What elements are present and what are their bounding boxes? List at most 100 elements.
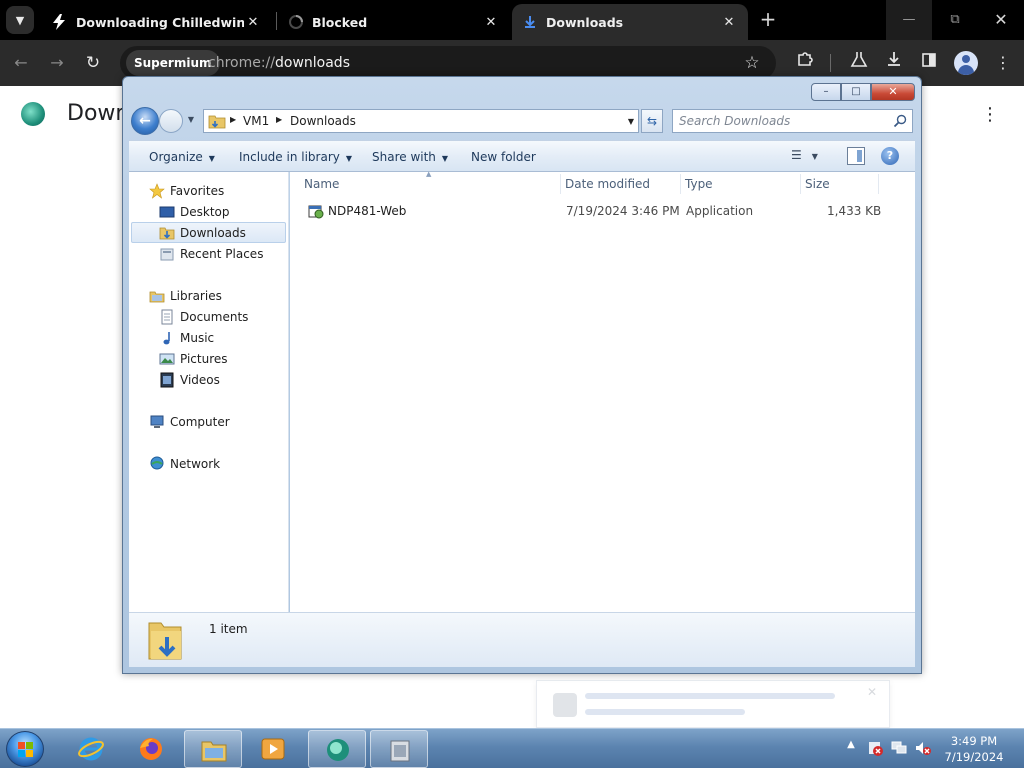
chevron-down-icon: ▼	[208, 154, 215, 163]
search-icon[interactable]	[893, 114, 907, 128]
table-row[interactable]: NDP481-Web 7/19/2024 3:46 PM Application…	[304, 201, 904, 223]
extensions-button[interactable]	[792, 50, 818, 76]
windows-taskbar: ▲ 3:49 PM 7/19/2024	[0, 728, 1024, 768]
address-bar[interactable]: Supermium chrome://downloads ☆	[120, 46, 776, 80]
labs-button[interactable]	[846, 50, 872, 76]
column-divider[interactable]	[878, 174, 879, 194]
taskbar-windows-explorer[interactable]	[184, 730, 242, 768]
nav-label: Computer	[170, 414, 230, 429]
column-header-date-modified[interactable]: Date modified	[565, 172, 650, 196]
column-header-name[interactable]: Name	[304, 172, 339, 196]
maximize-icon: □	[851, 86, 861, 97]
taskbar-internet-explorer[interactable]	[62, 730, 120, 768]
breadcrumb-vm1[interactable]: VM1	[243, 114, 269, 128]
taskbar-media-player[interactable]	[244, 730, 302, 768]
page-more-icon[interactable]: ⋮	[980, 104, 1000, 128]
preview-pane-button[interactable]	[847, 147, 865, 165]
tab-search-button[interactable]: ▼	[6, 6, 34, 34]
new-folder-button[interactable]: New folder	[471, 141, 536, 173]
tab-close-icon[interactable]: ✕	[244, 15, 262, 30]
organize-button[interactable]: Organize ▼	[149, 141, 215, 173]
file-name: NDP481-Web	[328, 204, 407, 218]
desktop-icon	[159, 204, 175, 220]
forward-button[interactable]: →	[44, 50, 70, 76]
explorer-forward-button[interactable]	[159, 109, 183, 133]
downloads-button[interactable]	[881, 50, 907, 76]
browser-tab-strip: ▼ Downloading Chilledwindows... ✕ Blocke…	[0, 0, 1024, 40]
breadcrumb-arrow-icon[interactable]: ▶	[230, 115, 236, 124]
change-view-button[interactable]: ☰ ▼	[791, 148, 831, 166]
show-hidden-icons-icon[interactable]: ▲	[842, 739, 860, 757]
explorer-command-bar: Organize ▼ Include in library ▼ Share with…	[129, 140, 915, 172]
site-chip[interactable]: Supermium	[126, 50, 220, 76]
explorer-minimize-button[interactable]: –	[811, 83, 841, 101]
nav-libraries[interactable]: Libraries	[149, 285, 304, 306]
side-panel-button[interactable]	[916, 50, 942, 76]
media-player-icon	[261, 738, 285, 760]
column-divider[interactable]	[800, 174, 801, 194]
help-icon[interactable]: ?	[881, 147, 899, 165]
tab-downloading[interactable]: Downloading Chilledwindows... ✕	[40, 4, 272, 40]
lightning-icon	[53, 14, 65, 30]
system-clock[interactable]: 3:49 PM 7/19/2024	[936, 733, 1012, 765]
column-divider[interactable]	[680, 174, 681, 194]
explorer-address-bar[interactable]: ▶ VM1 ▶ Downloads ▼	[203, 109, 639, 133]
url-host: downloads	[275, 55, 350, 71]
column-header-type[interactable]: Type	[685, 172, 713, 196]
url-text[interactable]: chrome://downloads	[208, 46, 350, 80]
close-icon[interactable]: ✕	[867, 685, 877, 699]
bookmark-star-icon[interactable]: ☆	[740, 51, 764, 75]
share-with-button[interactable]: Share with ▼	[372, 141, 448, 173]
nav-favorites[interactable]: Favorites	[149, 180, 304, 201]
explorer-refresh-button[interactable]: ⇆	[641, 109, 663, 133]
url-scheme: chrome://	[208, 55, 275, 71]
explorer-navigation-pane: Favorites Desktop Downloads Recent Place…	[129, 172, 289, 612]
start-button[interactable]	[6, 731, 44, 767]
file-type: Application	[686, 204, 754, 218]
close-window-button[interactable]: ✕	[978, 0, 1024, 40]
profile-avatar[interactable]	[954, 51, 978, 75]
volume-muted-icon[interactable]	[914, 739, 932, 757]
documents-icon	[159, 309, 175, 325]
notification-toast[interactable]: ✕	[536, 680, 890, 728]
breadcrumb-arrow-icon[interactable]: ▶	[276, 115, 282, 124]
star-icon	[149, 182, 165, 199]
computer-icon	[149, 414, 165, 430]
taskbar-firefox[interactable]	[122, 730, 180, 768]
tab-blocked[interactable]: Blocked ✕	[278, 4, 510, 40]
downloads-folder-icon	[148, 622, 182, 660]
search-input[interactable]	[679, 113, 879, 129]
explorer-maximize-button[interactable]: □	[841, 83, 871, 101]
taskbar-supermium[interactable]	[308, 730, 366, 768]
recent-pages-dropdown[interactable]: ▼	[185, 115, 197, 127]
browser-menu-button[interactable]: ⋮	[990, 50, 1016, 76]
nav-network[interactable]: Network	[149, 453, 304, 474]
include-in-library-button[interactable]: Include in library ▼	[239, 141, 352, 173]
network-status-icon[interactable]	[890, 739, 908, 757]
back-button[interactable]: ←	[8, 50, 34, 76]
new-tab-button[interactable]: +	[756, 8, 780, 32]
nav-computer[interactable]: Computer	[149, 411, 304, 432]
address-dropdown-icon[interactable]: ▼	[628, 117, 634, 126]
tab-close-icon[interactable]: ✕	[482, 15, 500, 30]
column-header-size[interactable]: Size	[805, 172, 830, 196]
breadcrumb-downloads[interactable]: Downloads	[290, 114, 356, 128]
nav-downloads[interactable]: Downloads	[131, 222, 286, 243]
restore-button[interactable]: ⧉	[932, 0, 978, 40]
taskbar-installer[interactable]	[370, 730, 428, 768]
explorer-close-button[interactable]: ✕	[871, 83, 915, 101]
tab-downloads[interactable]: Downloads ✕	[512, 4, 748, 40]
explorer-file-list: ▲ Name Date modified Type Size NDP481-We…	[290, 170, 915, 612]
notification-icon	[553, 693, 577, 717]
explorer-back-button[interactable]: ←	[131, 107, 159, 135]
explorer-search-box[interactable]	[672, 109, 913, 133]
minimize-button[interactable]: —	[886, 0, 932, 40]
page-title: Down	[67, 101, 127, 126]
plus-icon: +	[759, 7, 777, 31]
app-logo	[21, 102, 45, 126]
action-center-alert-icon[interactable]	[866, 739, 884, 757]
reload-button[interactable]: ↻	[80, 50, 106, 76]
column-divider[interactable]	[560, 174, 561, 194]
supermium-icon	[327, 739, 349, 761]
tab-close-icon[interactable]: ✕	[720, 15, 738, 30]
